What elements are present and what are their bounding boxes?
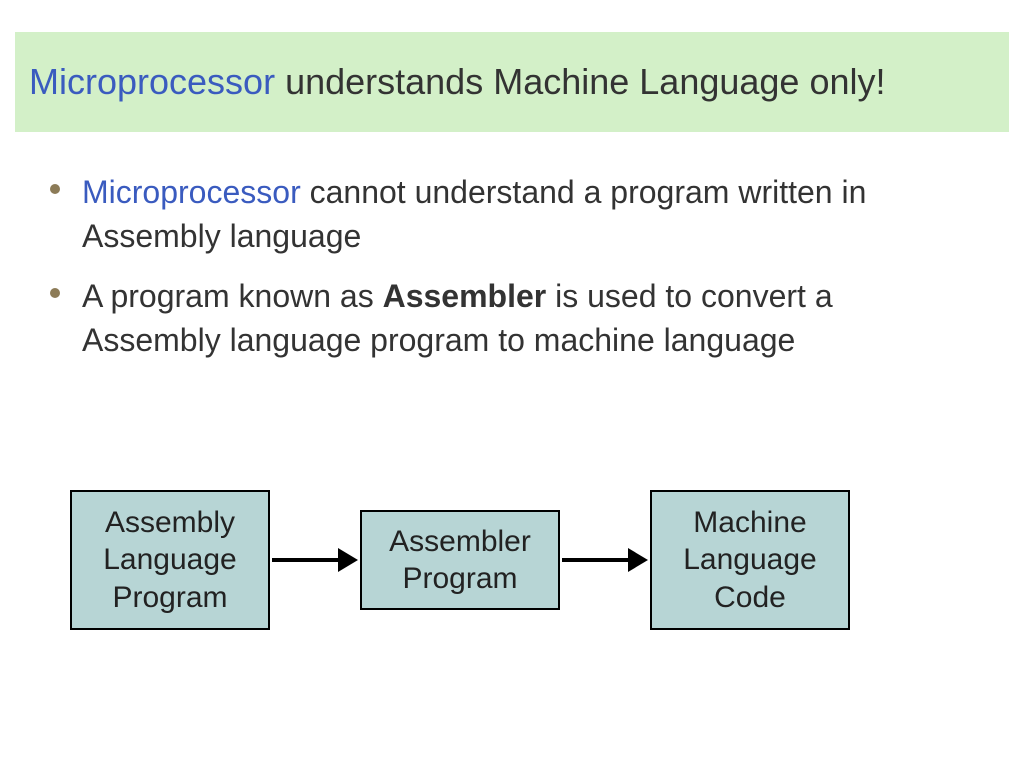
diagram-box-assembler-program: Assembler Program: [360, 510, 560, 610]
diagram-box-assembly-language-program: Assembly Language Program: [70, 490, 270, 630]
arrow-head-icon: [628, 548, 648, 572]
bullet-text: A program known as Assembler is used to …: [82, 274, 970, 362]
slide-title-band: Microprocessor understands Machine Langu…: [15, 32, 1009, 132]
title-highlight: Microprocessor: [29, 61, 275, 102]
arrow-line: [272, 558, 340, 562]
arrow-head-icon: [338, 548, 358, 572]
bullet-2-bold: Assembler: [383, 278, 547, 314]
title-rest: understands Machine Language only!: [275, 61, 885, 102]
bullet-item: A program known as Assembler is used to …: [50, 274, 970, 362]
arrow-icon: [272, 552, 358, 568]
slide-title: Microprocessor understands Machine Langu…: [29, 61, 886, 103]
flow-diagram: Assembly Language Program Assembler Prog…: [70, 490, 950, 650]
bullet-list: Microprocessor cannot understand a progr…: [50, 170, 970, 379]
bullet-dot-icon: [50, 184, 60, 194]
bullet-text: Microprocessor cannot understand a progr…: [82, 170, 970, 258]
diagram-box-machine-language-code: Machine Language Code: [650, 490, 850, 630]
arrow-icon: [562, 552, 648, 568]
bullet-item: Microprocessor cannot understand a progr…: [50, 170, 970, 258]
arrow-line: [562, 558, 630, 562]
bullet-1-highlight: Microprocessor: [82, 174, 301, 210]
bullet-2-pre: A program known as: [82, 278, 383, 314]
bullet-dot-icon: [50, 288, 60, 298]
